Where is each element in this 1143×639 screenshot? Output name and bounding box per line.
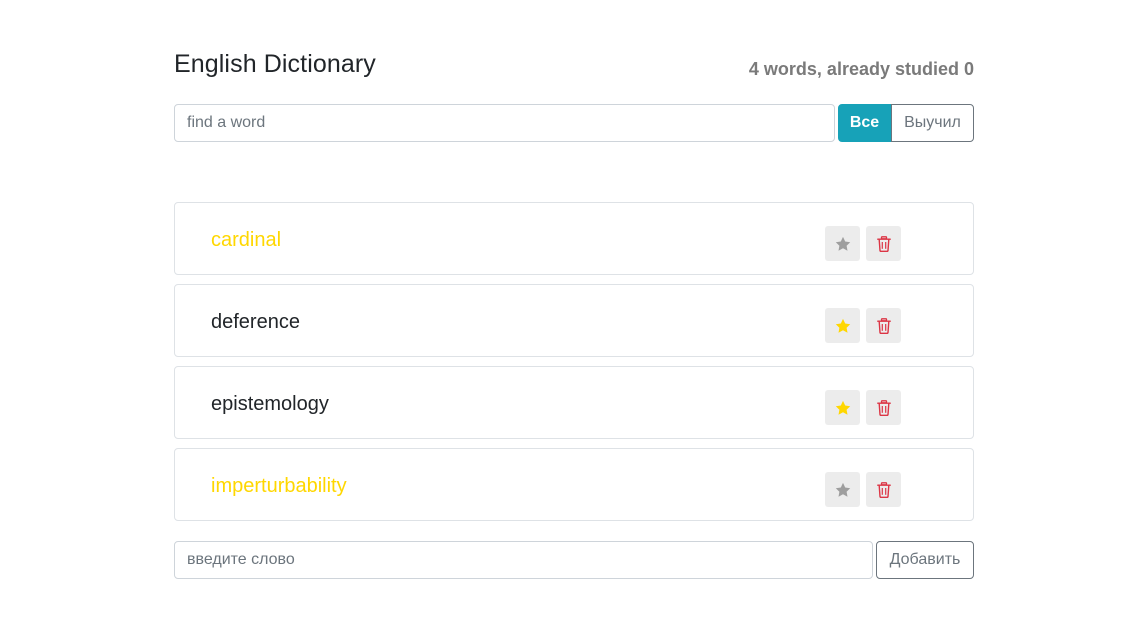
toggle-star-button[interactable] — [825, 226, 860, 261]
search-panel: Все Выучил — [174, 104, 974, 142]
word-list: cardinal deference epistemology imperturbab… — [174, 202, 974, 530]
word-list-item: epistemology — [174, 366, 974, 439]
add-word-button[interactable]: Добавить — [876, 541, 974, 579]
search-input[interactable] — [174, 104, 835, 142]
star-icon — [835, 236, 850, 251]
filter-all-button[interactable]: Все — [838, 104, 891, 142]
page-title: English Dictionary — [174, 50, 376, 78]
star-icon — [835, 318, 850, 333]
word-actions — [825, 390, 907, 425]
word-text[interactable]: epistemology — [211, 393, 329, 416]
toggle-star-button[interactable] — [825, 308, 860, 343]
word-list-item: imperturbability — [174, 448, 974, 521]
filter-studied-button[interactable]: Выучил — [891, 104, 974, 142]
header: English Dictionary 4 words, already stud… — [174, 48, 974, 88]
star-icon — [835, 400, 850, 415]
toggle-star-button[interactable] — [825, 472, 860, 507]
star-icon — [835, 482, 850, 497]
trash-icon — [876, 399, 891, 416]
word-counter: 4 words, already studied 0 — [748, 59, 974, 79]
toggle-star-button[interactable] — [825, 390, 860, 425]
word-actions — [825, 226, 907, 261]
delete-word-button[interactable] — [866, 472, 901, 507]
trash-icon — [876, 317, 891, 334]
word-text[interactable]: imperturbability — [211, 475, 347, 498]
add-word-form: Добавить — [174, 541, 974, 579]
delete-word-button[interactable] — [866, 226, 901, 261]
word-text[interactable]: cardinal — [211, 229, 281, 252]
word-actions — [825, 472, 907, 507]
delete-word-button[interactable] — [866, 390, 901, 425]
word-list-item: deference — [174, 284, 974, 357]
filter-button-group: Все Выучил — [838, 104, 974, 142]
trash-icon — [876, 235, 891, 252]
word-actions — [825, 308, 907, 343]
word-text[interactable]: deference — [211, 311, 300, 334]
trash-icon — [876, 481, 891, 498]
word-list-item: cardinal — [174, 202, 974, 275]
delete-word-button[interactable] — [866, 308, 901, 343]
new-word-input[interactable] — [174, 541, 873, 579]
